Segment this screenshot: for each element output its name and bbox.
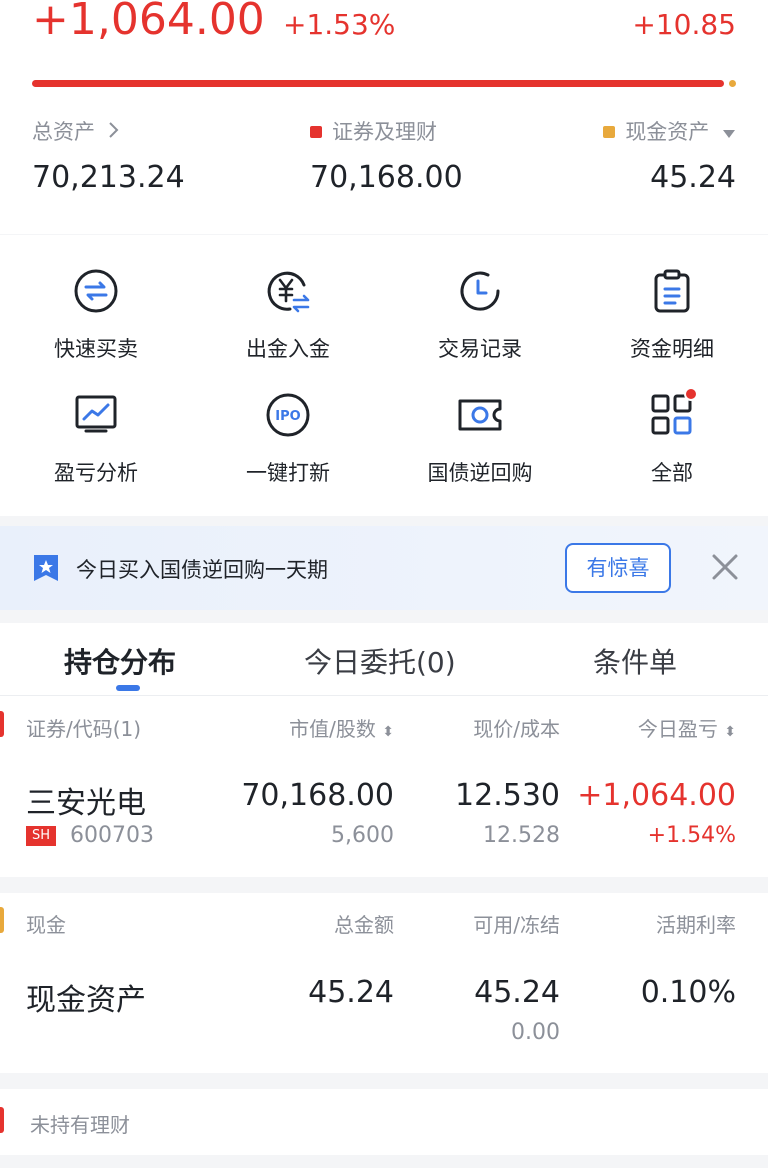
tab-today-orders[interactable]: 今日委托(0) — [304, 641, 456, 681]
day-pnl-percent: +1.53% — [283, 8, 396, 41]
positions-panel: 持仓分布 今日委托(0) 条件单 证券/代码(1) 市值/股数 ⬍ 现价/成本 … — [0, 623, 768, 877]
action-label: 快速买卖 — [54, 337, 138, 361]
notification-dot — [684, 387, 698, 401]
action-label: 资金明细 — [630, 337, 714, 361]
stock-name: 三安光电 — [26, 786, 146, 821]
securities-label: 证券及理财 — [332, 120, 437, 144]
cost-price: 12.528 — [483, 823, 560, 848]
cash-panel: 现金 总金额 可用/冻结 活期利率 现金资产 45.24 45.24 0.00 … — [0, 893, 768, 1073]
action-label: 出金入金 — [246, 337, 330, 361]
stock-code: 600703 — [70, 823, 154, 848]
action-quick-trade[interactable]: 快速买卖 — [0, 267, 192, 363]
right-change: +10.85 — [632, 8, 736, 41]
header-price-cost: 现价/成本 — [473, 717, 560, 741]
chevron-right-icon — [108, 120, 120, 144]
cash-value: 45.24 — [650, 160, 736, 195]
banner-text: 今日买入国债逆回购一天期 — [76, 558, 328, 582]
action-label: 全部 — [651, 461, 693, 485]
yen-transfer-icon — [264, 267, 312, 315]
today-pnl: +1,064.00 — [577, 778, 736, 813]
header-security-code: 证券/代码(1) — [26, 717, 142, 741]
header-interest-rate: 活期利率 — [656, 913, 736, 937]
share-count: 5,600 — [331, 823, 394, 848]
cash-rate: 0.10% — [640, 975, 736, 1010]
total-assets-link[interactable]: 总资产 — [32, 116, 120, 146]
cash-available: 45.24 — [474, 975, 560, 1010]
action-label: 交易记录 — [438, 337, 522, 361]
promo-banner[interactable]: 今日买入国债逆回购一天期 有惊喜 — [0, 526, 768, 610]
quick-actions-grid: 快速买卖 出金入金 交易记录 资金明细 盈亏分析 IPO 一键打新 国债逆回购 … — [0, 235, 768, 516]
action-deposit-withdraw[interactable]: 出金入金 — [192, 267, 384, 363]
bond-ticket-icon — [456, 391, 504, 439]
header-market-value-sort[interactable]: 市值/股数 ⬍ — [289, 713, 394, 742]
sort-icon: ⬍ — [382, 724, 394, 740]
action-ipo-subscribe[interactable]: IPO 一键打新 — [192, 391, 384, 487]
cash-frozen: 0.00 — [511, 1020, 560, 1045]
chart-monitor-icon — [72, 391, 120, 439]
day-pnl: +1,064.00 — [32, 0, 265, 45]
market-value: 70,168.00 — [241, 778, 394, 813]
total-assets-value: 70,213.24 — [32, 160, 185, 195]
header-total-amount: 总金额 — [334, 913, 394, 937]
tab-conditional-orders[interactable]: 条件单 — [593, 641, 677, 681]
total-assets-label: 总资产 — [32, 120, 95, 144]
action-fund-details[interactable]: 资金明细 — [576, 267, 768, 363]
svg-text:IPO: IPO — [275, 409, 300, 424]
action-pnl-analysis[interactable]: 盈亏分析 — [0, 391, 192, 487]
action-trade-history[interactable]: 交易记录 — [384, 267, 576, 363]
cash-name: 现金资产 — [26, 983, 146, 1018]
securities-label-wrap: 证券及理财 — [310, 116, 437, 146]
caret-down-icon — [722, 120, 736, 144]
sort-icon: ⬍ — [724, 724, 736, 740]
section-marker — [0, 711, 4, 737]
divider — [0, 695, 768, 696]
asset-ratio-bar — [32, 80, 724, 87]
no-wealth-label: 未持有理财 — [30, 1113, 130, 1137]
swap-arrows-icon — [72, 267, 120, 315]
close-icon[interactable] — [708, 550, 742, 584]
current-price: 12.530 — [455, 778, 560, 813]
ipo-icon: IPO — [264, 391, 312, 439]
action-label: 国债逆回购 — [427, 461, 533, 485]
cash-assets-dropdown[interactable]: 现金资产 — [603, 116, 736, 146]
cash-total: 45.24 — [308, 975, 394, 1010]
surprise-button[interactable]: 有惊喜 — [565, 543, 671, 593]
securities-legend-square — [310, 126, 322, 138]
action-all[interactable]: 全部 — [576, 387, 768, 487]
cash-legend-square — [603, 126, 616, 138]
tab-holdings[interactable]: 持仓分布 — [64, 641, 176, 681]
cash-label: 现金资产 — [625, 120, 710, 144]
header-available-frozen: 可用/冻结 — [473, 913, 560, 937]
action-label: 一键打新 — [246, 461, 330, 485]
action-label: 盈亏分析 — [54, 461, 138, 485]
section-marker — [0, 907, 4, 933]
section-marker — [0, 1107, 4, 1133]
securities-value: 70,168.00 — [310, 160, 463, 195]
bookmark-star-icon — [33, 554, 59, 582]
header-today-pnl-sort[interactable]: 今日盈亏 ⬍ — [638, 713, 736, 742]
account-summary: +1,064.00 +1.53% +10.85 总资产 证券及理财 现金资产 7… — [0, 0, 768, 234]
action-reverse-repo[interactable]: 国债逆回购 — [384, 391, 576, 487]
market-badge: SH — [26, 826, 56, 846]
today-pnl-percent: +1.54% — [647, 823, 736, 848]
wealth-panel: 未持有理财 — [0, 1089, 768, 1155]
clock-icon — [456, 267, 504, 315]
header-market-value: 市值/股数 — [289, 717, 376, 741]
header-cash: 现金 — [26, 913, 66, 937]
cash-ratio-dot — [729, 80, 736, 87]
active-tab-indicator — [116, 685, 140, 691]
header-today-pnl: 今日盈亏 — [637, 717, 718, 741]
clipboard-icon — [648, 267, 696, 315]
